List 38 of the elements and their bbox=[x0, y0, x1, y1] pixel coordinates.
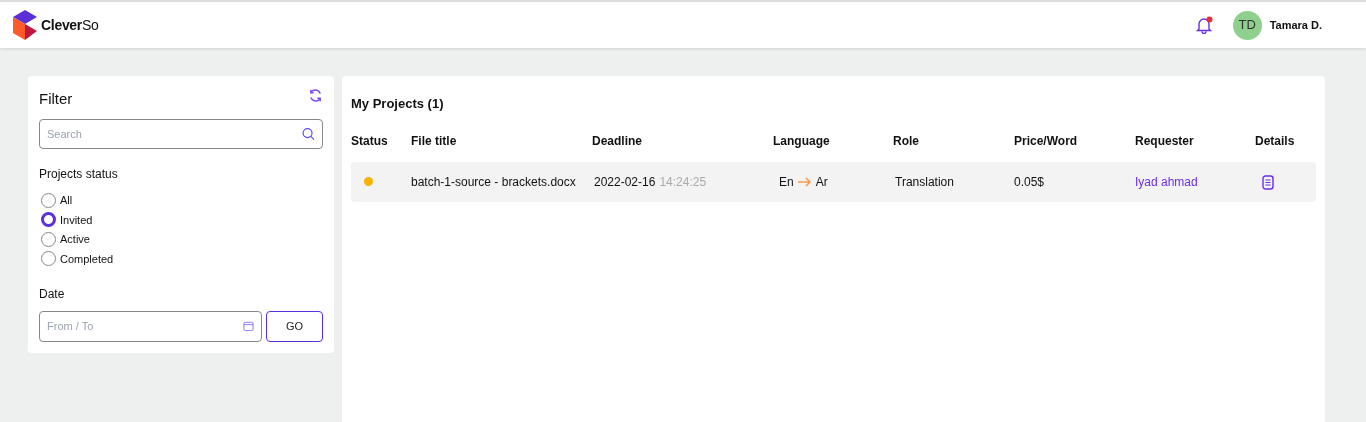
table-cell-text: En bbox=[779, 173, 794, 191]
table-cell: batch-1-source - brackets.docx bbox=[411, 174, 576, 189]
column-header: File title bbox=[411, 133, 457, 148]
column-header: Price/Word bbox=[1014, 133, 1078, 148]
calendar-icon bbox=[243, 320, 254, 332]
notification-bell-icon[interactable] bbox=[1194, 16, 1213, 34]
table-cell: 0.05$ bbox=[1014, 174, 1045, 189]
radio-option[interactable]: Invited bbox=[41, 210, 323, 230]
radio-option[interactable]: All bbox=[41, 190, 323, 210]
go-button[interactable]: GO bbox=[266, 310, 323, 342]
requester-link[interactable]: Iyad ahmad bbox=[1135, 174, 1198, 189]
column-header: Requester bbox=[1135, 133, 1194, 148]
table-cell-text: 2022-02-16 bbox=[594, 173, 656, 191]
table-cell-text: Ar bbox=[815, 173, 828, 191]
user-avatar[interactable]: TD bbox=[1232, 10, 1262, 40]
document-icon[interactable] bbox=[1262, 174, 1274, 190]
table-cell: Translation bbox=[895, 174, 954, 189]
arrow-icon bbox=[797, 176, 812, 187]
column-header: Status bbox=[351, 133, 388, 148]
radio-option[interactable]: Completed bbox=[41, 249, 323, 269]
logo-icon bbox=[13, 10, 37, 40]
column-header: Role bbox=[893, 133, 919, 148]
section-label: Projects status bbox=[39, 165, 119, 183]
column-header: Details bbox=[1255, 133, 1295, 148]
panel-title: Filter bbox=[39, 89, 73, 109]
radio-option[interactable]: Active bbox=[41, 229, 323, 249]
table-cell-text: 14:24:25 bbox=[659, 173, 707, 191]
search-field[interactable]: Search bbox=[39, 118, 323, 149]
panel-title: My Projects (1) bbox=[351, 95, 445, 113]
refresh-icon[interactable] bbox=[308, 88, 323, 103]
table-row[interactable]: batch-1-source - brackets.docx 2022-02-16 14:24:25 En Ar Translation 0.05$ Iyad ahmad bbox=[351, 161, 1316, 202]
brand-name[interactable]: CleverSo bbox=[41, 14, 99, 36]
date-range-field[interactable]: From / To bbox=[39, 310, 262, 342]
search-icon bbox=[302, 127, 315, 140]
column-header: Language bbox=[773, 133, 830, 148]
section-label: Date bbox=[39, 285, 66, 303]
user-name[interactable]: Tamara D. bbox=[1269, 16, 1322, 34]
column-header: Deadline bbox=[592, 133, 642, 148]
